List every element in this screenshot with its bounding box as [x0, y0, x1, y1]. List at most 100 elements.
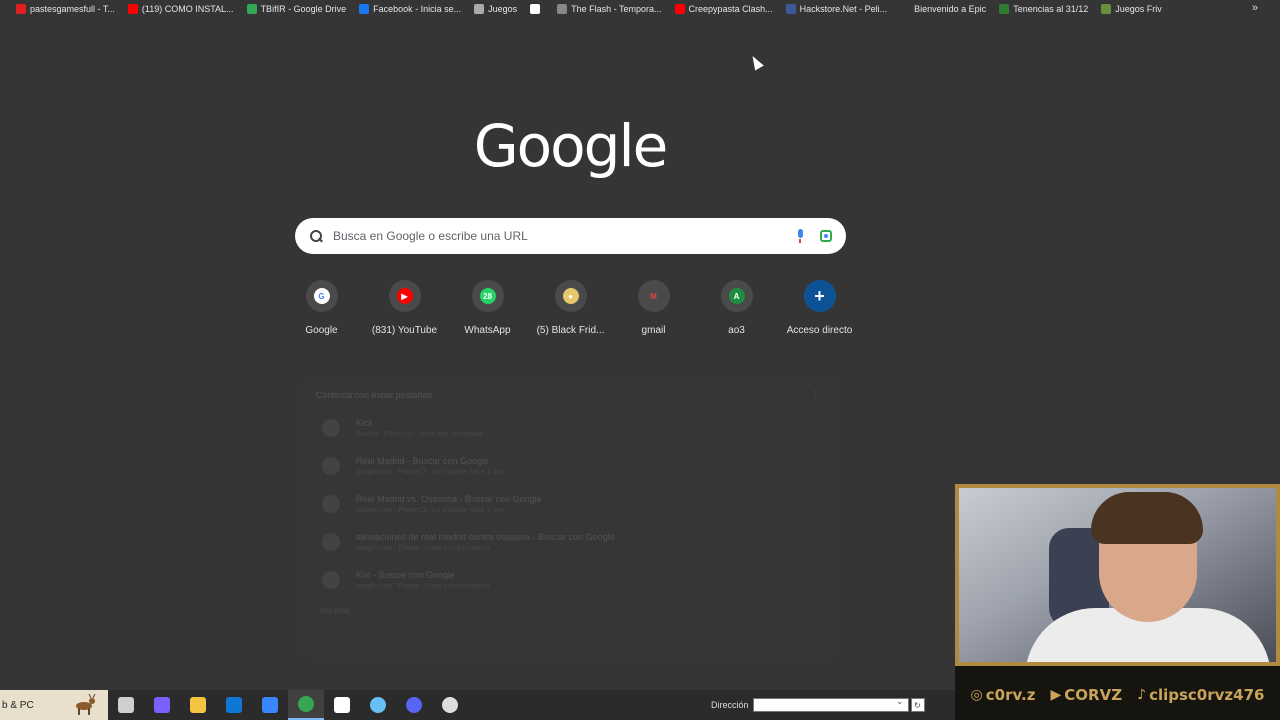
search-icon	[309, 229, 323, 243]
shortcut-label: (5) Black Frid...	[536, 325, 605, 336]
bookmark-label: Facebook - Inicia se...	[373, 3, 462, 14]
continue-tab-row[interactable]: Kivi - Buscar con Google google.com · Ph…	[316, 570, 824, 590]
social-handle-label: clipsc0rvz476	[1149, 686, 1265, 704]
shortcut-icon-circle: G	[305, 280, 338, 312]
bookmark-item[interactable]: Creepypasta Clash...	[674, 3, 773, 14]
bookmark-label: (119) COMO INSTAL...	[141, 3, 234, 14]
bookmark-favicon-icon	[16, 3, 26, 14]
shortcut-label: WhatsApp	[464, 325, 511, 336]
continue-tab-row[interactable]: alineaciones de real madrid contra osasu…	[316, 532, 824, 552]
bookmark-label: pastesgamesfull - T...	[30, 3, 115, 14]
taskbar-app-task-view[interactable]	[108, 690, 144, 720]
taskbar-app-capcut[interactable]	[324, 690, 360, 720]
shortcut-label: Acceso directo	[786, 325, 853, 336]
deer-icon	[76, 694, 96, 715]
bookmark-item[interactable]: Bienvenido a Epic	[900, 3, 987, 14]
bookmark-item[interactable]: Facebook - Inicia se...	[359, 3, 462, 14]
store-icon	[262, 697, 278, 713]
ver-mas-link[interactable]: Ver más	[316, 606, 824, 615]
taskbar-app-discord[interactable]	[396, 690, 432, 720]
tab-title: Kick	[356, 418, 374, 428]
bookmark-item[interactable]: pastesgamesfull - T...	[16, 3, 115, 14]
tab-favicon-icon	[322, 419, 340, 437]
continue-tab-row[interactable]: Real Madrid vs. Osasuna - Buscar con Goo…	[316, 494, 824, 514]
shortcut-tile[interactable]: A ao3	[695, 280, 778, 336]
taskbar-widget[interactable]: b & PC	[0, 690, 108, 720]
refresh-icon[interactable]: ↻	[910, 698, 925, 712]
shortcut-icon-circle: ▶	[388, 280, 421, 312]
bookmark-item[interactable]: (119) COMO INSTAL...	[127, 3, 234, 14]
shortcut-tile[interactable]: + Acceso directo	[778, 280, 861, 336]
task-view-icon	[118, 697, 134, 713]
taskbar-widget-label: b & PC	[2, 699, 34, 711]
shortcut-tile[interactable]: ▶ (831) YouTube	[363, 280, 446, 336]
search-input[interactable]	[333, 229, 796, 243]
bookmark-label: Juegos	[488, 3, 518, 14]
search-box[interactable]	[295, 218, 846, 254]
bookmark-favicon-icon	[785, 3, 796, 14]
shortcut-icon-circle: +	[803, 280, 836, 312]
webcam-frame	[955, 484, 1280, 666]
bookmarks-bar: pastesgamesfull - T... (119) COMO INSTAL.…	[0, 0, 1280, 17]
taskbar-app-outlook[interactable]	[216, 690, 252, 720]
taskbar-app-store[interactable]	[252, 690, 288, 720]
taskbar: b & PC Dirección ↻	[0, 690, 955, 720]
steam-icon	[370, 697, 386, 713]
social-handles: ◎ c0rv.z ▶ CORVZ ♪ clipsc0rvz476	[955, 670, 1280, 720]
bookmark-item[interactable]: The Flash - Tempora...	[557, 3, 662, 14]
continue-tab-row[interactable]: Real Madrid - Buscar con Google google.c…	[316, 456, 824, 476]
shortcut-tile[interactable]: ● (5) Black Frid...	[529, 280, 612, 336]
address-label: Dirección	[711, 700, 749, 710]
shortcut-label: Google	[305, 325, 338, 336]
bookmark-item[interactable]: Tenencias al 31/12	[999, 3, 1089, 14]
shortcut-label: gmail	[641, 325, 666, 336]
address-input[interactable]	[752, 696, 909, 712]
bookmarks-overflow-icon[interactable]: »	[1252, 2, 1258, 14]
file-explorer-icon	[190, 697, 206, 713]
bookmark-favicon-icon	[474, 3, 485, 14]
social-handle: ◎ c0rv.z	[971, 686, 1036, 704]
google-lens-icon[interactable]	[820, 230, 832, 242]
bookmark-favicon-icon	[359, 3, 370, 14]
bookmark-item[interactable]: Juegos Friv	[1101, 3, 1162, 14]
bookmark-item[interactable]: TBifIR - Google Drive	[246, 3, 347, 14]
bookmark-label: Juegos Friv	[1115, 3, 1162, 14]
shortcut-icon-circle: ●	[554, 280, 587, 312]
social-handle: ♪ clipsc0rvz476	[1137, 686, 1264, 704]
shortcut-tile[interactable]: G Google	[280, 280, 363, 336]
bookmark-label: Bienvenido a Epic	[914, 3, 987, 14]
tab-subtitle: google.com · Phone13 · Lo visitaste hace…	[356, 469, 504, 476]
taskbar-app-file-explorer[interactable]	[180, 690, 216, 720]
bookmark-item[interactable]: Hackstore.Net - Peli...	[785, 3, 887, 14]
bookmark-item[interactable]: Juegos	[474, 3, 518, 14]
bookmark-label: Tenencias al 31/12	[1013, 3, 1089, 14]
taskbar-app-copilot[interactable]	[144, 690, 180, 720]
tab-subtitle: Buscar · Phone13 · Visita con frecuencia	[356, 431, 483, 438]
add-icon: +	[814, 285, 825, 306]
shortcut-favicon-icon: 28	[479, 288, 496, 304]
social-platform-icon: ◎	[970, 687, 983, 703]
tab-title: alineaciones de real madrid contra osasu…	[356, 532, 615, 542]
tab-subtitle: google.com · Phone · Visita con frecuenc…	[356, 545, 490, 552]
taskbar-app-obs[interactable]	[432, 690, 468, 720]
microphone-icon[interactable]	[796, 229, 804, 243]
shortcut-tile[interactable]: M gmail	[612, 280, 695, 336]
taskbar-app-steam[interactable]	[360, 690, 396, 720]
shortcut-icon-circle: A	[720, 280, 753, 312]
tab-favicon-icon	[322, 495, 340, 513]
bookmark-favicon-icon	[530, 3, 541, 14]
tab-favicon-icon	[322, 457, 340, 475]
more-options-icon[interactable]: ⋮	[810, 390, 820, 401]
chrome-icon	[298, 696, 314, 712]
social-handle: ▶ CORVZ	[1051, 686, 1123, 704]
taskbar-app-chrome[interactable]	[288, 690, 324, 720]
continue-tab-row[interactable]: Kick Buscar · Phone13 · Visita con frecu…	[316, 418, 824, 438]
copilot-icon	[154, 697, 170, 713]
shortcut-tile[interactable]: 28 WhatsApp	[446, 280, 529, 336]
bookmark-label: TBifIR - Google Drive	[260, 3, 347, 14]
continue-panel-title: Continúa con estas pestañas	[316, 390, 433, 400]
streamer-hair	[1091, 492, 1203, 544]
mouse-cursor-icon	[748, 53, 764, 71]
social-handle-label: CORVZ	[1064, 686, 1123, 704]
bookmark-item[interactable]	[530, 3, 544, 14]
